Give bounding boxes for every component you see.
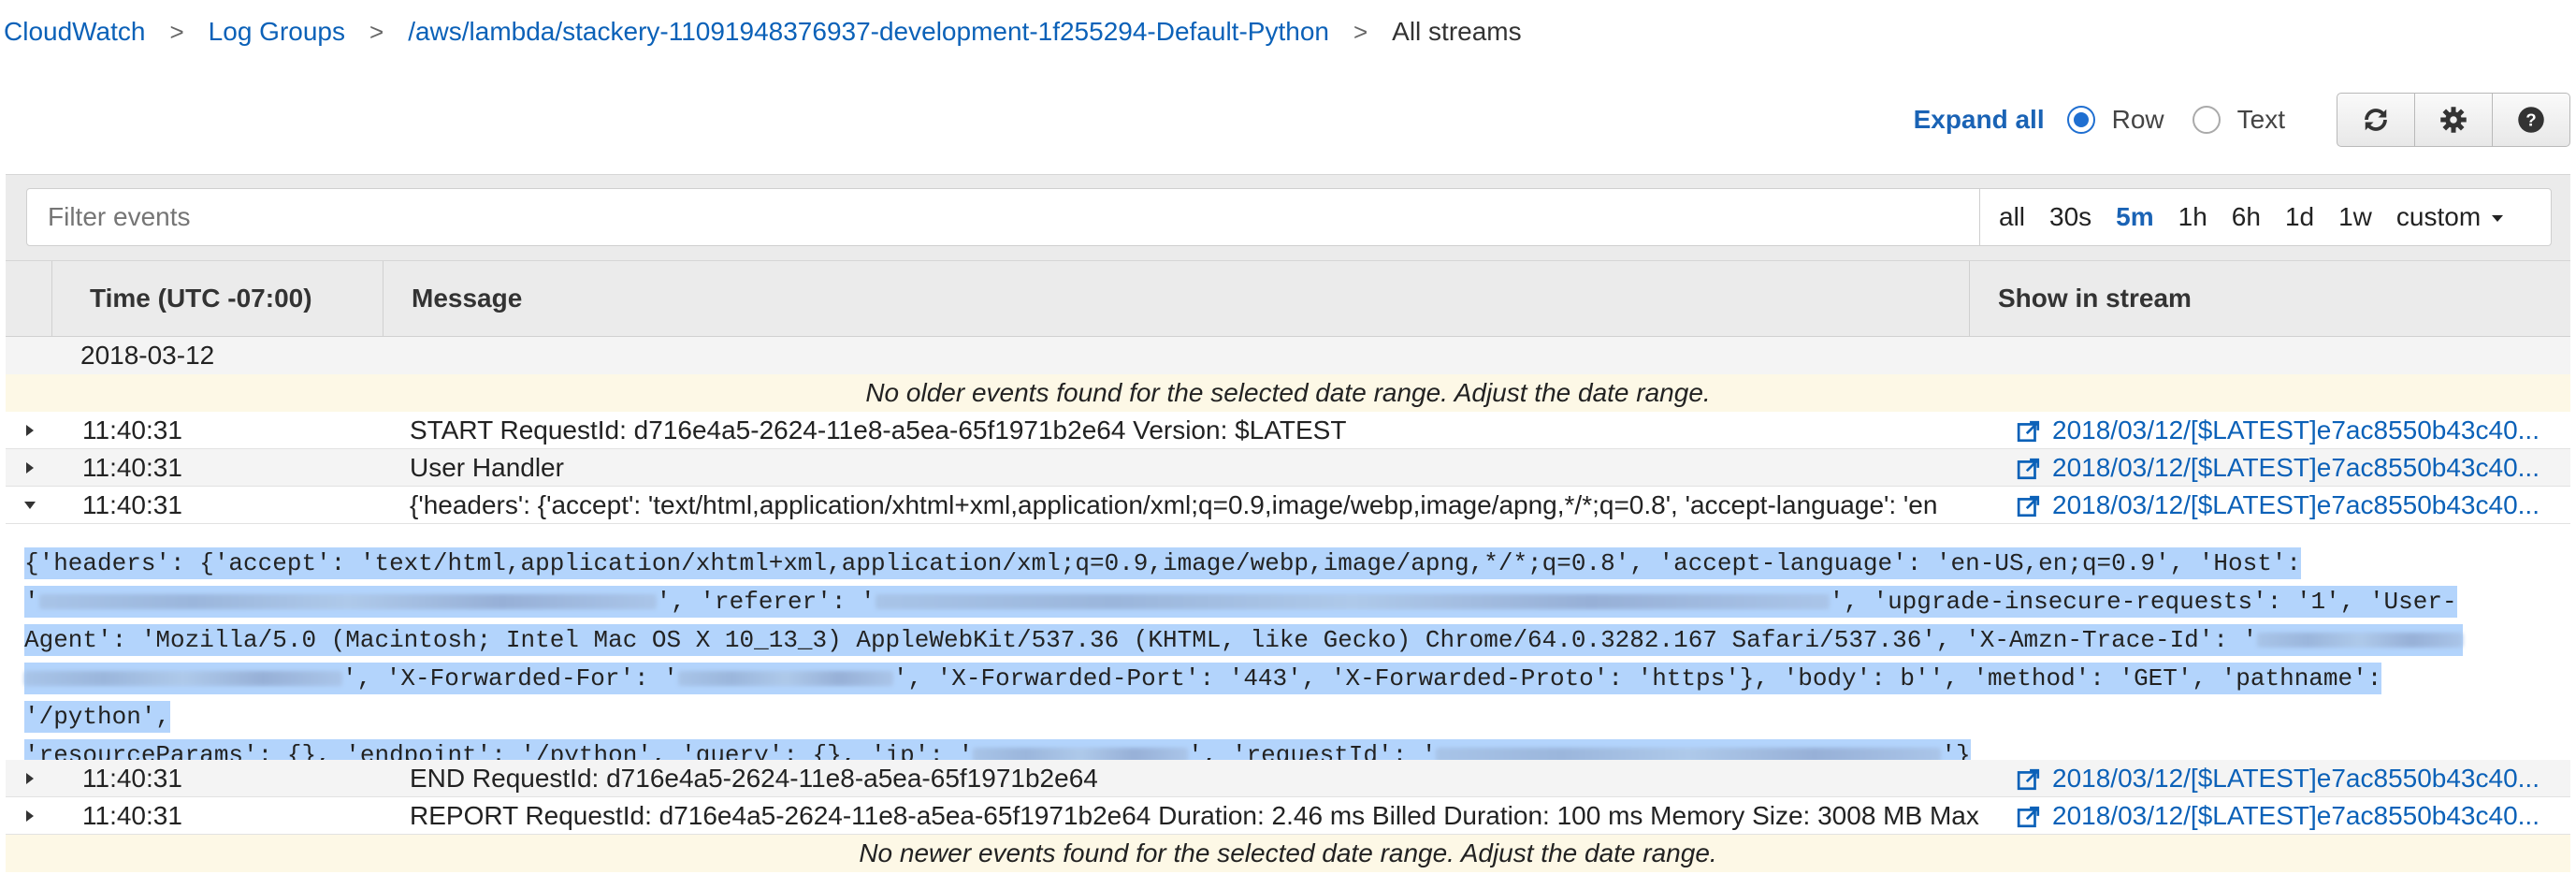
- message-column-header[interactable]: Message: [384, 261, 1970, 336]
- expand-caret-icon[interactable]: [26, 462, 34, 474]
- stream-column-header[interactable]: Show in stream: [1970, 261, 2570, 336]
- refresh-button[interactable]: [2337, 93, 2415, 147]
- range-5m[interactable]: 5m: [2116, 202, 2153, 232]
- redacted-trace-id: [2257, 633, 2464, 649]
- table-row[interactable]: 11:40:31 {'headers': {'accept': 'text/ht…: [6, 487, 2570, 524]
- breadcrumb-separator: >: [1353, 17, 1368, 46]
- chevron-down-icon: [2492, 215, 2504, 223]
- row-message: {'headers': {'accept': 'text/html,applic…: [410, 490, 1938, 519]
- breadcrumb-log-group[interactable]: /aws/lambda/stackery-11091948376937-deve…: [408, 17, 1329, 47]
- row-time: 11:40:31: [82, 415, 182, 444]
- range-1w[interactable]: 1w: [2338, 202, 2372, 232]
- table-header: Time (UTC -07:00) Message Show in stream: [6, 260, 2570, 337]
- row-time: 11:40:31: [82, 801, 182, 830]
- expanded-message-panel: {'headers': {'accept': 'text/html,applic…: [6, 532, 2570, 771]
- row-radio[interactable]: [2066, 106, 2095, 134]
- table-row[interactable]: 11:40:31 END RequestId: d716e4a5-2624-11…: [6, 760, 2570, 797]
- filter-bar: all 30s 5m 1h 6h 1d 1w custom: [6, 174, 2570, 260]
- row-stream-link[interactable]: 2018/03/12/[$LATEST]e7ac8550b43c40...: [2015, 801, 2569, 831]
- filter-events-input[interactable]: [26, 188, 1981, 246]
- row-message: REPORT RequestId: d716e4a5-2624-11e8-a5e…: [410, 801, 1979, 830]
- expanded-line: ', 'upgrade-insecure-requests': '1', 'Us…: [1829, 588, 2457, 616]
- range-all[interactable]: all: [1999, 202, 2025, 232]
- redacted-referer: [875, 594, 1830, 610]
- time-range-selector: all 30s 5m 1h 6h 1d 1w custom: [1979, 188, 2552, 246]
- breadcrumb: CloudWatch > Log Groups > /aws/lambda/st…: [4, 15, 1522, 49]
- expanded-line: ', 'X-Forwarded-For': ': [342, 664, 678, 692]
- row-radio-label[interactable]: Row: [2112, 105, 2164, 135]
- date-group-row: 2018-03-12: [6, 337, 2570, 374]
- svg-text:?: ?: [2525, 109, 2536, 129]
- row-stream-link[interactable]: 2018/03/12/[$LATEST]e7ac8550b43c40...: [2015, 764, 2569, 794]
- range-1d[interactable]: 1d: [2285, 202, 2314, 232]
- table-row[interactable]: 11:40:31 START RequestId: d716e4a5-2624-…: [6, 412, 2570, 449]
- expand-column-header: [6, 261, 52, 336]
- breadcrumb-separator: >: [369, 17, 384, 46]
- expand-all-link[interactable]: Expand all: [1914, 105, 2045, 135]
- redacted-trace-id: [24, 671, 342, 687]
- expanded-line: Agent': 'Mozilla/5.0 (Macintosh; Intel M…: [24, 626, 2258, 654]
- expand-caret-icon[interactable]: [26, 810, 34, 822]
- expand-caret-icon[interactable]: [26, 425, 34, 436]
- range-1h[interactable]: 1h: [2178, 202, 2207, 232]
- action-button-group: ?: [2337, 93, 2570, 147]
- settings-button[interactable]: [2414, 93, 2493, 147]
- breadcrumb-log-groups[interactable]: Log Groups: [209, 17, 345, 47]
- table-row[interactable]: 11:40:31 User Handler 2018/03/12/[$LATES…: [6, 449, 2570, 487]
- time-column-header[interactable]: Time (UTC -07:00): [52, 261, 384, 336]
- row-message: START RequestId: d716e4a5-2624-11e8-a5ea…: [410, 415, 1347, 444]
- range-6h[interactable]: 6h: [2232, 202, 2261, 232]
- row-time: 11:40:31: [82, 490, 182, 519]
- newer-events-notice: No newer events found for the selected d…: [6, 835, 2570, 872]
- help-icon: ?: [2518, 107, 2544, 133]
- older-events-notice: No older events found for the selected d…: [6, 374, 2570, 412]
- expanded-message-text[interactable]: {'headers': {'accept': 'text/html,applic…: [24, 545, 2540, 775]
- expanded-line: ', 'referer': ': [656, 588, 876, 616]
- breadcrumb-current: All streams: [1392, 17, 1522, 46]
- redacted-forwarded-for: [677, 671, 893, 687]
- row-time: 11:40:31: [82, 764, 182, 793]
- help-button[interactable]: ?: [2492, 93, 2570, 147]
- breadcrumb-cloudwatch[interactable]: CloudWatch: [4, 17, 145, 47]
- gear-icon: [2440, 107, 2467, 133]
- view-toolbar: Expand all Row Text ?: [1914, 92, 2570, 148]
- text-radio-label[interactable]: Text: [2237, 105, 2285, 135]
- breadcrumb-separator: >: [169, 17, 184, 46]
- refresh-icon: [2365, 109, 2387, 131]
- expanded-line: {'headers': {'accept': 'text/html,applic…: [24, 547, 2301, 579]
- date-label: 2018-03-12: [80, 341, 215, 370]
- row-stream-link[interactable]: 2018/03/12/[$LATEST]e7ac8550b43c40...: [2015, 490, 2569, 520]
- row-message: END RequestId: d716e4a5-2624-11e8-a5ea-6…: [410, 764, 1098, 793]
- range-custom-label: custom: [2395, 202, 2482, 231]
- expanded-line: ': [24, 588, 39, 616]
- range-custom-dropdown[interactable]: custom: [2395, 202, 2504, 232]
- redacted-host: [38, 594, 657, 610]
- text-radio[interactable]: [2192, 106, 2221, 134]
- row-stream-link[interactable]: 2018/03/12/[$LATEST]e7ac8550b43c40...: [2015, 453, 2569, 483]
- row-stream-link[interactable]: 2018/03/12/[$LATEST]e7ac8550b43c40...: [2015, 415, 2569, 445]
- row-time: 11:40:31: [82, 453, 182, 482]
- range-30s[interactable]: 30s: [2049, 202, 2091, 232]
- collapse-caret-icon[interactable]: [24, 502, 36, 509]
- row-message: User Handler: [410, 453, 564, 482]
- expand-caret-icon[interactable]: [26, 773, 34, 784]
- table-row[interactable]: 11:40:31 REPORT RequestId: d716e4a5-2624…: [6, 797, 2570, 835]
